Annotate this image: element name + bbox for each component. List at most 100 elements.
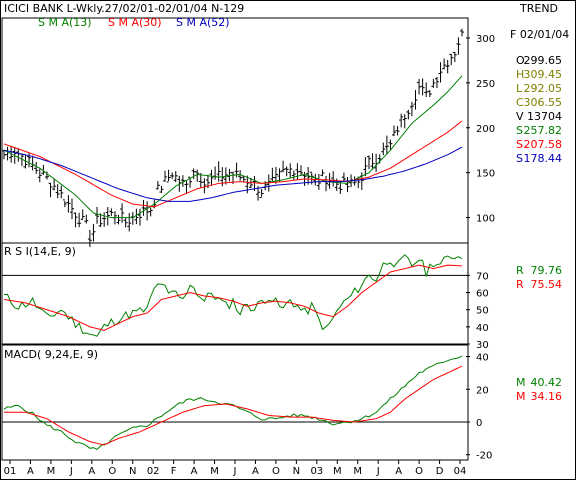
macd-y-tick-label: 40 [476,353,489,364]
x-tick-label: 02 [147,466,160,477]
x-tick-label: 03 [310,466,323,477]
price-bar [291,170,296,181]
readout-value: 309.45 [524,68,563,81]
price-bar [395,125,400,136]
price-readouts: O299.65H 309.45L 292.05C 306.55V 13704S 257.8… [516,54,562,165]
sma-line-2 [3,120,463,208]
price-bar [5,146,10,161]
macd-y-tick-label: 0 [476,418,482,429]
price-bar [427,90,432,98]
price-bar [73,212,78,228]
price-bar [295,163,300,181]
readout-label: S [516,124,523,137]
macd-readout-label: M [516,390,526,403]
price-bar [381,142,386,156]
price-bar [37,168,42,183]
macd-y-tick-label: -20 [476,451,492,462]
rsi-y-tick-label: 60 [476,289,489,300]
macd-line-2 [4,365,463,446]
macd-readout-label: M [516,376,526,389]
price-bar [366,155,371,170]
price-y-tick-label: 150 [476,169,495,180]
price-bar [145,201,150,221]
price-bar [123,218,128,228]
price-bar [417,78,422,95]
price-bar [84,214,89,224]
x-tick-label: O [415,466,423,477]
date-readout: F 02/01/04 [510,28,569,41]
price-bar [456,37,461,55]
price-bar [155,181,160,190]
price-bar [406,109,411,120]
price-bar [55,184,60,199]
price-bar [288,163,293,179]
x-tick-label: J [233,466,237,477]
readout-label: S [516,138,523,151]
readout-value: 257.82 [524,124,563,137]
readout-label: S [516,152,523,165]
price-sma-lines [3,75,463,219]
price-bar [331,171,336,187]
price-bar [445,59,450,74]
macd-y-tick-label: 20 [476,385,489,396]
price-bar [209,169,214,186]
price-bar [324,175,329,192]
x-tick-label: O [108,466,116,477]
price-bar [80,209,85,220]
x-tick-label: D [436,466,444,477]
x-tick-label: N [293,466,300,477]
price-bar [413,90,418,110]
rsi-readout-value: 79.76 [531,264,563,277]
price-bar [452,51,457,63]
price-bar [363,157,368,177]
price-bar [320,169,325,177]
macd-readouts: M 40.42 M 34.16 [516,376,562,403]
macd-readout-value: 40.42 [531,376,563,389]
price-bar [34,161,39,174]
price-bar [345,177,350,193]
readout-value: 13704 [527,110,562,123]
price-bar [409,101,414,117]
price-bar [438,62,443,83]
chart-title: ICICI BANK L-Wkly.27/02/01-02/01/04 N-12… [4,2,244,15]
price-bar [281,160,286,173]
x-tick-label: A [191,466,198,477]
rsi-readout-value: 75.54 [531,278,563,291]
price-bar [341,172,346,183]
price-bar [431,78,436,88]
price-bar [284,166,289,177]
price-bar [424,82,429,97]
price-bar [402,114,407,129]
price-bar [148,207,153,217]
price-bar [120,203,125,223]
price-bar [102,212,107,227]
price-bar [59,185,64,199]
price-bar [159,186,164,193]
price-bar [449,53,454,66]
macd-label: MACD( 9,24,E, 9) [4,348,98,361]
price-bar [442,58,447,70]
macd-readout-value: 34.16 [531,390,563,403]
price-bar [137,208,142,226]
x-tick-label: A [252,466,259,477]
x-tick-label: 01 [4,466,17,477]
price-bar [62,199,67,208]
price-bar [52,178,57,191]
rsi-readout-label: R [516,264,524,277]
x-tick-label: J [69,466,73,477]
price-bar [327,172,332,189]
chart-frame: ICICI BANK L-Wkly.27/02/01-02/01/04 N-12… [0,0,576,480]
rsi-y-axis: 30 40 50 60 70 [2,271,489,351]
readout-label: V [516,110,524,123]
price-bar [141,199,146,216]
price-y-tick-label: 200 [476,124,495,135]
price-bar [173,171,178,183]
x-tick-label: A [395,466,402,477]
price-bar [91,223,96,242]
outer-border [0,0,576,480]
price-bar [170,172,175,179]
price-bar [392,125,397,137]
rsi-readout-label: R [516,278,524,291]
price-bar [460,28,464,37]
x-tick-label: 04 [454,466,467,477]
